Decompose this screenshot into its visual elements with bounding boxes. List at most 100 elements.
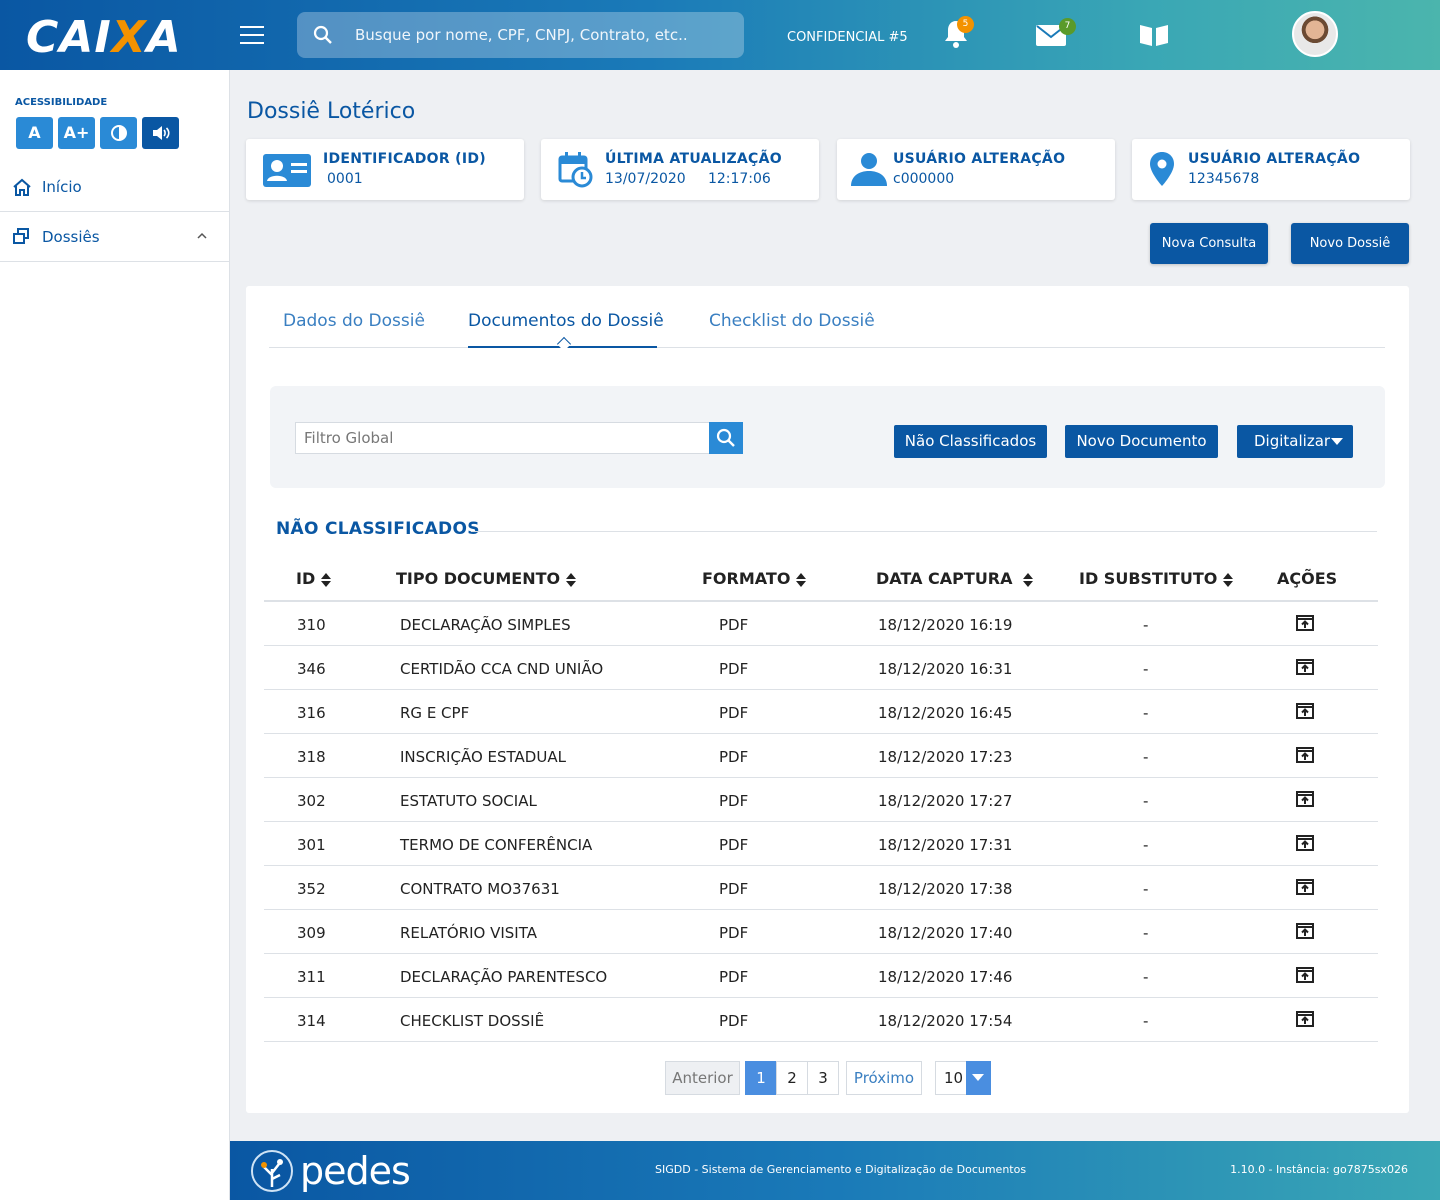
notifications-bell-icon[interactable]: 5 (941, 16, 974, 54)
user-avatar[interactable] (1292, 11, 1338, 57)
row-data: 18/12/2020 17:40 (878, 924, 1013, 942)
sort-icon (321, 572, 332, 587)
new-document-button[interactable]: Novo Documento (1065, 425, 1218, 458)
page-3-button[interactable]: 3 (807, 1061, 839, 1095)
sort-icon (796, 572, 807, 587)
row-formato: PDF (719, 660, 749, 678)
page-size-select[interactable]: 10 (935, 1061, 991, 1095)
row-formato: PDF (719, 924, 749, 942)
open-document-icon[interactable] (1295, 834, 1315, 856)
column-header-id-substituto[interactable]: ID SUBSTITUTO (1079, 569, 1234, 588)
footer: pedes SIGDD - Sistema de Gerenciamento e… (230, 1141, 1440, 1200)
audio-reader-button[interactable] (142, 117, 179, 149)
page-size-dropdown-toggle[interactable] (966, 1061, 991, 1095)
tab-checklist-dossie[interactable]: Checklist do Dossiê (709, 311, 875, 331)
row-id-substituto: - (1143, 880, 1149, 898)
row-tipo: RG E CPF (400, 704, 470, 722)
row-tipo: TERMO DE CONFERÊNCIA (400, 836, 593, 854)
page-title: Dossiê Lotérico (247, 99, 416, 124)
footer-version: 1.10.0 - Instância: go7875sx026 (1230, 1163, 1408, 1176)
row-id-substituto: - (1143, 660, 1149, 678)
column-header-formato[interactable]: FORMATO (702, 569, 807, 588)
row-formato: PDF (719, 836, 749, 854)
row-data: 18/12/2020 17:38 (878, 880, 1013, 898)
open-document-icon[interactable] (1295, 658, 1315, 680)
row-formato: PDF (719, 1012, 749, 1030)
messages-envelope-icon[interactable]: 7 (1035, 18, 1076, 52)
row-data: 18/12/2020 17:31 (878, 836, 1013, 854)
open-document-icon[interactable] (1295, 614, 1315, 636)
speaker-icon (152, 126, 170, 140)
new-query-button[interactable]: Nova Consulta (1150, 223, 1268, 264)
row-id-substituto: - (1143, 968, 1149, 986)
open-document-icon[interactable] (1295, 746, 1315, 768)
filter-toolbar: Não Classificados Novo Documento Digital… (270, 386, 1385, 488)
next-page-button[interactable]: Próximo (846, 1061, 922, 1095)
column-header-id[interactable]: ID (296, 569, 332, 588)
global-filter-input[interactable] (295, 422, 710, 454)
card-title: IDENTIFICADOR (ID) (323, 151, 486, 167)
contrast-toggle-button[interactable] (100, 117, 137, 149)
open-document-icon[interactable] (1295, 790, 1315, 812)
tree-emblem-icon (251, 1150, 293, 1192)
book-manual-icon[interactable] (1138, 22, 1170, 52)
table-row: 352 CONTRATO MO37631 PDF 18/12/2020 17:38 - (264, 866, 1378, 910)
caixa-logo[interactable]: CAIXA (26, 12, 182, 63)
column-header-label: ID (296, 569, 316, 588)
prev-page-button[interactable]: Anterior (665, 1061, 740, 1095)
card-title: USUÁRIO ALTERAÇÃO (1188, 151, 1361, 167)
sidebar-item-dossies[interactable]: Dossiês (0, 212, 229, 262)
font-normal-button[interactable]: A (16, 117, 53, 149)
table-row: 311 DECLARAÇÃO PARENTESCO PDF 18/12/2020 17… (264, 954, 1378, 998)
row-data: 18/12/2020 17:27 (878, 792, 1013, 810)
row-tipo: RELATÓRIO VISITA (400, 924, 537, 942)
font-increase-button[interactable]: A+ (58, 117, 95, 149)
hamburger-menu-icon[interactable] (240, 26, 264, 44)
copy-windows-icon (13, 228, 29, 244)
open-document-icon[interactable] (1295, 878, 1315, 900)
tab-documentos-dossie[interactable]: Documentos do Dossiê (468, 311, 664, 331)
sort-icon (1022, 572, 1033, 587)
page-2-button[interactable]: 2 (776, 1061, 808, 1095)
row-id: 352 (297, 880, 326, 898)
global-search (297, 12, 744, 58)
row-tipo: CONTRATO MO37631 (400, 880, 560, 898)
section-title: NÃO CLASSIFICADOS (276, 519, 480, 539)
info-card-user-location: USUÁRIO ALTERAÇÃO 12345678 (1132, 139, 1410, 200)
open-document-icon[interactable] (1295, 922, 1315, 944)
user-icon (851, 153, 887, 186)
id-card-icon (263, 154, 311, 187)
column-header-data[interactable]: DATA CAPTURA (876, 569, 1033, 588)
accessibility-label: ACESSIBILIDADE (15, 97, 108, 108)
filter-search-button[interactable] (709, 422, 743, 454)
row-tipo: CHECKLIST DOSSIÊ (400, 1012, 545, 1030)
column-header-label: TIPO DOCUMENTO (396, 569, 561, 588)
sidebar-item-inicio[interactable]: Início (0, 162, 229, 212)
scan-dropdown-button[interactable]: Digitalizar (1237, 425, 1353, 458)
tab-dados-dossie[interactable]: Dados do Dossiê (283, 311, 425, 331)
open-document-icon[interactable] (1295, 702, 1315, 724)
row-id: 346 (297, 660, 326, 678)
caret-down-icon (1331, 438, 1343, 445)
row-id-substituto: - (1143, 792, 1149, 810)
row-id-substituto: - (1143, 616, 1149, 634)
column-header-tipo[interactable]: TIPO DOCUMENTO (396, 569, 577, 588)
search-icon[interactable] (313, 25, 333, 45)
open-document-icon[interactable] (1295, 1010, 1315, 1032)
card-title: USUÁRIO ALTERAÇÃO (893, 151, 1066, 167)
top-header: CAIXA CONFIDENCIAL #5 5 7 (0, 0, 1440, 70)
table-row: 301 TERMO DE CONFERÊNCIA PDF 18/12/2020 17:… (264, 822, 1378, 866)
row-formato: PDF (719, 616, 749, 634)
sort-icon (1223, 572, 1234, 587)
new-dossier-button[interactable]: Novo Dossiê (1291, 223, 1409, 264)
row-id: 318 (297, 748, 326, 766)
unclassified-button[interactable]: Não Classificados (894, 425, 1047, 458)
global-search-input[interactable] (355, 24, 725, 46)
page-1-button[interactable]: 1 (745, 1061, 777, 1095)
row-id: 310 (297, 616, 326, 634)
open-document-icon[interactable] (1295, 966, 1315, 988)
row-id-substituto: - (1143, 924, 1149, 942)
column-header-acoes: AÇÕES (1277, 569, 1338, 588)
row-id-substituto: - (1143, 1012, 1149, 1030)
pedes-logo: pedes (250, 1149, 411, 1193)
